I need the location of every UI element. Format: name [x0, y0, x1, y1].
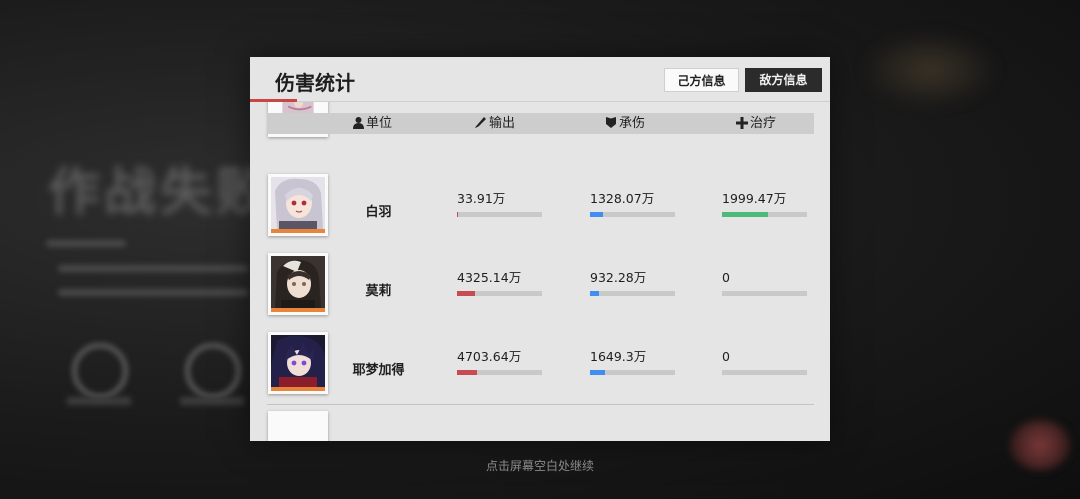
taken-bar	[590, 291, 675, 296]
character-portrait	[271, 335, 325, 387]
column-unit: 单位	[353, 113, 392, 134]
unit-name: 白羽	[365, 205, 392, 220]
heal-bar	[722, 370, 807, 375]
taken-value: 932.28万	[590, 270, 647, 285]
heal-value: 0	[722, 349, 730, 364]
avatar-strip	[271, 229, 325, 233]
tap-to-continue-hint[interactable]: 点击屏幕空白处继续	[0, 457, 1080, 474]
output-bar-fill	[457, 291, 475, 296]
tab-enemy-info[interactable]: 敌方信息	[745, 68, 822, 92]
taken-stat: 932.28万	[590, 270, 675, 296]
background-text-blur	[46, 240, 126, 247]
heal-stat: 1999.47万	[722, 191, 807, 217]
shield-icon	[606, 117, 616, 128]
avatar-strip	[271, 387, 325, 391]
taken-stat: 1328.07万	[590, 191, 675, 217]
background-text-blur	[58, 265, 248, 272]
plus-icon	[736, 117, 748, 129]
avatar-strip	[271, 308, 325, 312]
column-output: 输出	[474, 113, 515, 134]
background-result-title: 作战失败	[48, 162, 273, 223]
background-label-blur	[180, 397, 244, 405]
output-stat: 4703.64万	[457, 349, 542, 375]
list-item: 耶梦加得 4703.64万 1649.3万 0	[250, 332, 830, 402]
unit-name: 耶梦加得	[352, 363, 405, 378]
taken-bar-fill	[590, 212, 603, 217]
avatar	[268, 253, 328, 315]
unit-name: 莫莉	[365, 284, 392, 299]
heal-value: 0	[722, 270, 730, 285]
tab-own-info[interactable]: 己方信息	[664, 68, 739, 92]
column-header: 单位 输出 承伤 治疗	[267, 113, 814, 134]
avatar	[268, 174, 328, 236]
output-stat: 4325.14万	[457, 270, 542, 296]
output-value: 4325.14万	[457, 270, 522, 285]
avatar	[268, 332, 328, 394]
output-bar-fill	[457, 212, 458, 217]
list-item: 莫莉 4325.14万 932.28万 0	[250, 253, 830, 323]
background-medal-icon	[185, 343, 241, 399]
avatar-partial	[268, 411, 328, 441]
taken-value: 1328.07万	[590, 191, 655, 206]
stats-list[interactable]: 单位 输出 承伤 治疗 白羽 33.91万 1328.07万 1999.47万 …	[250, 102, 830, 441]
column-heal: 治疗	[736, 113, 776, 134]
brush-icon	[475, 117, 486, 128]
damage-stats-panel: 伤害统计 己方信息 敌方信息 单位 输出 承伤 治疗 白羽 33.91万 132…	[250, 57, 830, 441]
person-icon	[353, 117, 364, 129]
heal-value: 1999.47万	[722, 191, 787, 206]
taken-bar	[590, 370, 675, 375]
taken-value: 1649.3万	[590, 349, 647, 364]
background-glow	[860, 30, 1000, 110]
taken-bar-fill	[590, 370, 606, 375]
column-taken-label: 承伤	[619, 116, 646, 131]
heal-bar	[722, 291, 807, 296]
column-heal-label: 治疗	[750, 116, 777, 131]
taken-bar	[590, 212, 675, 217]
column-taken: 承伤	[605, 113, 645, 134]
heal-bar	[722, 212, 807, 217]
taken-bar-fill	[590, 291, 599, 296]
output-value: 33.91万	[457, 191, 506, 206]
output-bar	[457, 291, 542, 296]
heal-bar-fill	[722, 212, 768, 217]
background-medal-icon	[72, 343, 128, 399]
character-portrait	[271, 256, 325, 308]
taken-stat: 1649.3万	[590, 349, 675, 375]
heal-stat: 0	[722, 349, 807, 375]
column-output-label: 输出	[489, 116, 516, 131]
column-unit-label: 单位	[366, 116, 393, 131]
output-value: 4703.64万	[457, 349, 522, 364]
output-bar	[457, 212, 542, 217]
output-stat: 33.91万	[457, 191, 542, 217]
output-bar	[457, 370, 542, 375]
background-text-blur	[58, 289, 248, 296]
heal-stat: 0	[722, 270, 807, 296]
list-item: 白羽 33.91万 1328.07万 1999.47万	[250, 174, 830, 244]
background-label-blur	[67, 397, 131, 405]
output-bar-fill	[457, 370, 477, 375]
character-portrait	[271, 177, 325, 229]
panel-title: 伤害统计	[275, 71, 355, 95]
list-bottom-divider	[267, 404, 814, 405]
